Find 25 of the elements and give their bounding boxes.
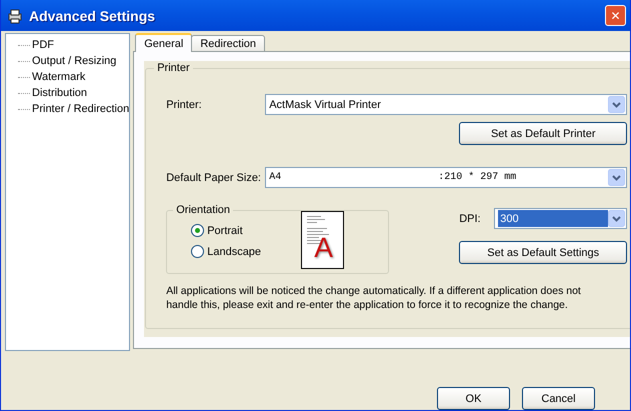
cancel-button[interactable]: Cancel (522, 387, 595, 410)
dpi-dropdown[interactable]: 300 (494, 208, 628, 229)
tree-item[interactable]: PDF (32, 39, 54, 51)
note-text: All applications will be noticed the change automatically. If a different application does not handle this, please exit and re-enter the application to force it to recognize the change. (166, 284, 582, 312)
tree-item[interactable]: Distribution (32, 87, 88, 99)
printer-dropdown[interactable]: ActMask Virtual Printer (265, 94, 628, 115)
tree-item[interactable]: Printer / Redirection (32, 103, 130, 115)
paper-size-dropdown[interactable]: A4 :210 * 297 mm (265, 167, 628, 188)
radio-label[interactable]: Landscape (207, 246, 262, 258)
printer-label: Printer: (166, 98, 203, 110)
ok-button[interactable]: OK (437, 387, 510, 410)
tree-item[interactable]: Output / Resizing (32, 55, 116, 67)
set-default-printer-button[interactable]: Set as Default Printer (459, 122, 628, 145)
dpi-label: DPI: (459, 212, 481, 224)
paper-size-label: Default Paper Size: (166, 172, 262, 184)
set-default-settings-button[interactable]: Set as Default Settings (459, 241, 628, 264)
close-button[interactable]: ✕ (605, 5, 626, 26)
radio-label[interactable]: Portrait (207, 224, 243, 236)
group-title: Printer (156, 62, 191, 74)
tab[interactable]: General (135, 33, 192, 52)
group-title: Orientation (175, 204, 232, 216)
tree-item[interactable]: Watermark (32, 71, 86, 83)
window-title: Advanced Settings (29, 8, 156, 24)
tab[interactable]: Redirection (191, 35, 265, 52)
preview-letter: A (314, 234, 333, 262)
